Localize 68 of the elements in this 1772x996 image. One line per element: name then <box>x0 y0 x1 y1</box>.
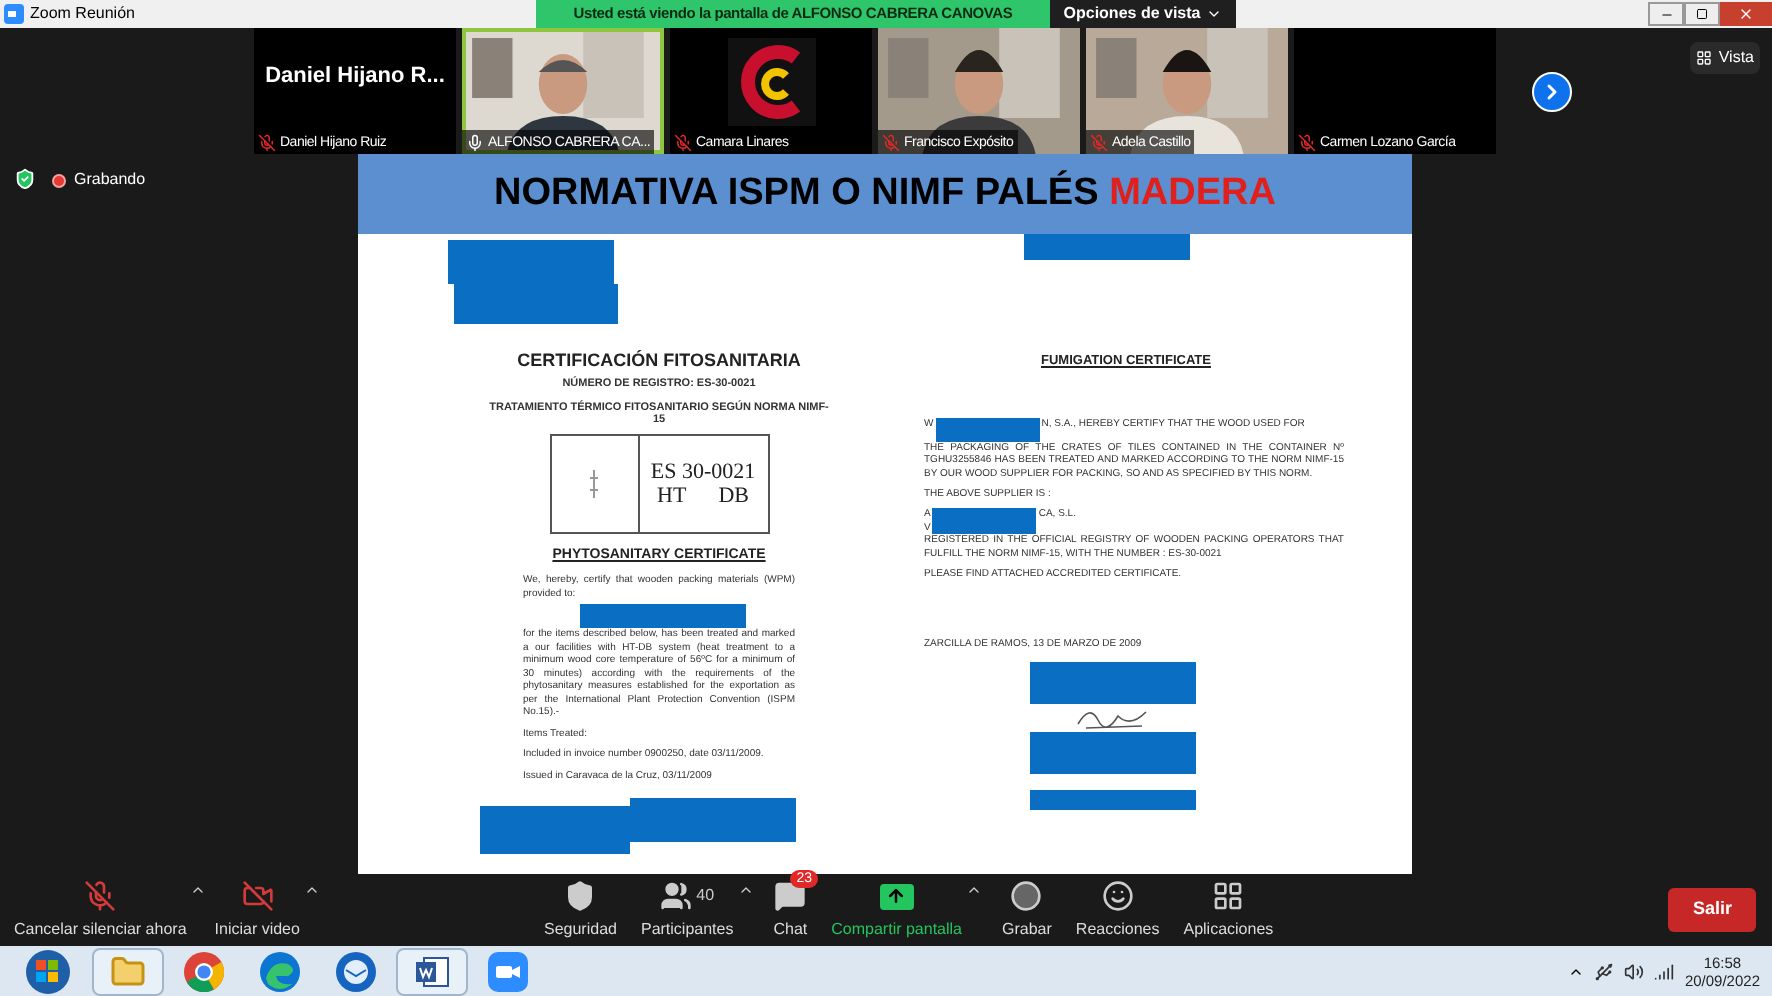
speaker-icon[interactable] <box>1624 961 1645 981</box>
view-label: Vista <box>1718 46 1754 70</box>
caret-icon[interactable] <box>190 882 207 898</box>
stamp-mark-icon <box>590 469 598 498</box>
share-screen-icon <box>879 883 914 909</box>
browser-icon[interactable] <box>184 951 224 991</box>
toolbar-label: Aplicaciones <box>1183 918 1274 942</box>
view-options-button[interactable]: Opciones de vista <box>1050 0 1236 28</box>
leave-button[interactable]: Salir <box>1668 888 1756 932</box>
shield-icon <box>14 168 36 190</box>
muted-mic-icon <box>1090 133 1108 151</box>
muted-mic-icon <box>882 133 900 151</box>
redaction-block <box>932 507 1037 534</box>
chat-icon <box>774 880 807 912</box>
video-app-icon[interactable] <box>488 951 528 991</box>
people-icon <box>660 880 693 912</box>
start-orb-icon[interactable] <box>26 949 70 993</box>
close-icon <box>1738 6 1754 22</box>
toolbar-label: Reacciones <box>1075 918 1160 942</box>
redaction-block <box>935 417 1040 442</box>
toolbar-button[interactable]: Compartir pantalla <box>827 878 967 942</box>
stamp-mark: HT <box>657 483 687 508</box>
word-app-icon[interactable] <box>396 947 468 995</box>
maximize-button[interactable] <box>1684 2 1720 26</box>
mic-icon <box>466 133 484 151</box>
toolbar-button[interactable]: 40 Participantes <box>636 878 738 942</box>
stamp-code: ES 30-0021 <box>650 459 756 484</box>
video-app-icon <box>4 4 24 24</box>
window-title: Zoom Reunión <box>30 2 137 26</box>
browser-icon[interactable] <box>260 951 300 991</box>
muted-mic-icon <box>1298 133 1316 151</box>
toolbar-label: Grabar <box>1002 918 1052 942</box>
toolbar-button[interactable]: Cancelar silenciar ahora <box>10 878 191 942</box>
caret-icon[interactable] <box>303 882 320 898</box>
caret-icon[interactable] <box>737 882 754 898</box>
logo-icon <box>728 38 816 126</box>
toolbar-button[interactable]: Aplicaciones <box>1179 878 1278 942</box>
recording-indicator: Grabando <box>52 168 146 192</box>
toolbar-label: Seguridad <box>544 918 617 942</box>
smiley-icon <box>1101 880 1134 912</box>
toolbar-button[interactable]: Reacciones <box>1071 878 1164 942</box>
toolbar-button[interactable]: Iniciar video <box>210 878 304 942</box>
participant-count: 40 <box>696 884 715 908</box>
caret-icon[interactable] <box>966 882 983 898</box>
bird-mail-icon[interactable] <box>336 951 376 991</box>
toolbar-label: Participantes <box>640 918 734 942</box>
muted-mic-icon <box>674 133 692 151</box>
caret-icon <box>1206 6 1223 22</box>
muted-mic-icon <box>258 133 276 151</box>
toolbar-label: Iniciar video <box>214 918 300 942</box>
view-button[interactable]: Vista <box>1690 42 1760 74</box>
next-page-button[interactable] <box>1532 72 1572 112</box>
toolbar-button[interactable]: Grabar <box>998 878 1056 942</box>
shield-icon <box>564 880 597 912</box>
maximize-icon <box>1696 8 1708 20</box>
document-heading: CERTIFICACIÓN FITOSANITARIA <box>517 348 801 374</box>
toolbar-label: Chat <box>773 918 808 942</box>
apps-icon <box>1212 880 1245 912</box>
toolbar-label: Compartir pantalla <box>831 918 963 942</box>
network-icon[interactable] <box>1654 961 1675 981</box>
toolbar-button[interactable]: Seguridad <box>540 878 621 942</box>
record-icon <box>1010 880 1043 912</box>
usb-icon[interactable] <box>1594 961 1615 981</box>
slide-title: NORMATIVA ISPM O NIMF PALÉS MADERA <box>494 168 1276 218</box>
participant-name: Daniel Hijano R... <box>263 62 447 92</box>
stamp-mark: DB <box>718 483 749 508</box>
toolbar-label: Cancelar silenciar ahora <box>14 918 187 942</box>
grid-icon <box>1696 50 1713 66</box>
